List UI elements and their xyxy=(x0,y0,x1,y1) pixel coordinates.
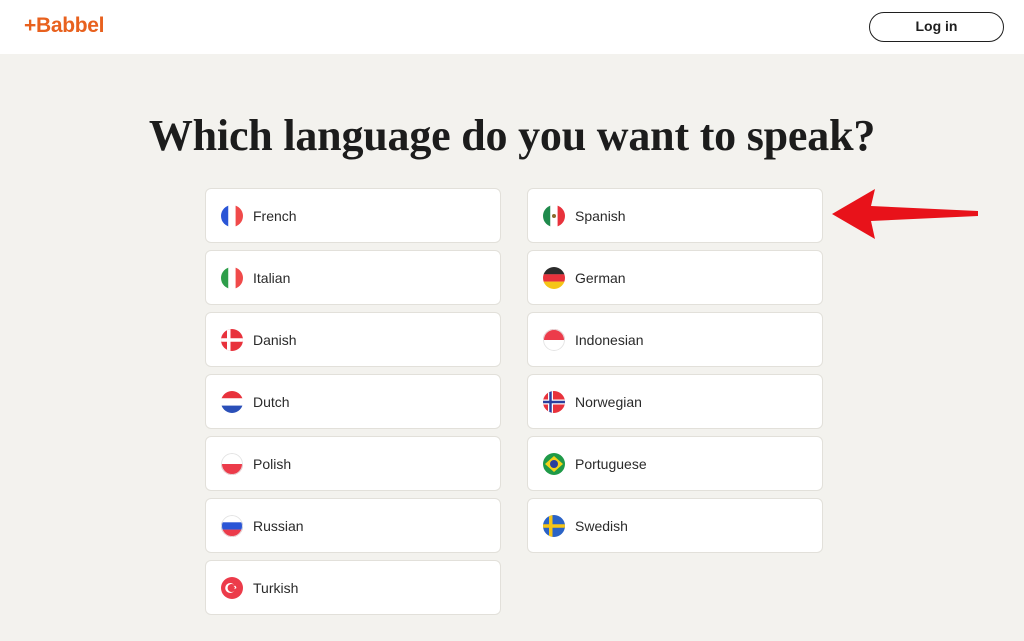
sweden-flag-icon xyxy=(543,515,565,537)
germany-flag-icon xyxy=(543,267,565,289)
language-option-russian[interactable]: Russian xyxy=(205,498,501,553)
language-option-polish[interactable]: Polish xyxy=(205,436,501,491)
top-bar: +Babbel Log in xyxy=(0,0,1024,54)
language-label: Norwegian xyxy=(575,394,642,410)
netherlands-flag-icon xyxy=(221,391,243,413)
italy-flag-icon xyxy=(221,267,243,289)
language-option-indonesian[interactable]: Indonesian xyxy=(527,312,823,367)
language-option-swedish[interactable]: Swedish xyxy=(527,498,823,553)
language-label: Russian xyxy=(253,518,304,534)
language-list-left: French Italian Danish Dutch Polish Russi… xyxy=(205,188,501,622)
red-arrow-icon xyxy=(832,189,978,239)
norway-flag-icon xyxy=(543,391,565,413)
language-option-spanish[interactable]: Spanish xyxy=(527,188,823,243)
russia-flag-icon xyxy=(221,515,243,537)
denmark-flag-icon xyxy=(221,329,243,351)
language-label: Polish xyxy=(253,456,292,472)
language-label: Swedish xyxy=(575,518,628,534)
poland-flag-icon xyxy=(221,453,243,475)
language-option-portuguese[interactable]: Portuguese xyxy=(527,436,823,491)
language-option-turkish[interactable]: Turkish xyxy=(205,560,501,615)
language-option-french[interactable]: French xyxy=(205,188,501,243)
language-label: Spanish xyxy=(575,208,626,224)
page-title: Which language do you want to speak? xyxy=(148,111,876,160)
indonesia-flag-icon xyxy=(543,329,565,351)
language-option-danish[interactable]: Danish xyxy=(205,312,501,367)
language-option-italian[interactable]: Italian xyxy=(205,250,501,305)
login-button[interactable]: Log in xyxy=(869,12,1004,42)
language-label: Dutch xyxy=(253,394,290,410)
france-flag-icon xyxy=(221,205,243,227)
language-label: Portuguese xyxy=(575,456,647,472)
babbel-logo[interactable]: +Babbel xyxy=(24,14,104,38)
language-option-german[interactable]: German xyxy=(527,250,823,305)
language-label: German xyxy=(575,270,626,286)
brazil-flag-icon xyxy=(543,453,565,475)
language-label: French xyxy=(253,208,297,224)
language-label: Indonesian xyxy=(575,332,644,348)
language-list-right: Spanish German Indonesian Norwegian Port… xyxy=(527,188,823,560)
language-label: Danish xyxy=(253,332,297,348)
language-option-dutch[interactable]: Dutch xyxy=(205,374,501,429)
turkey-flag-icon xyxy=(221,577,243,599)
mexico-flag-icon xyxy=(543,205,565,227)
language-option-norwegian[interactable]: Norwegian xyxy=(527,374,823,429)
language-label: Italian xyxy=(253,270,291,286)
language-label: Turkish xyxy=(253,580,299,596)
